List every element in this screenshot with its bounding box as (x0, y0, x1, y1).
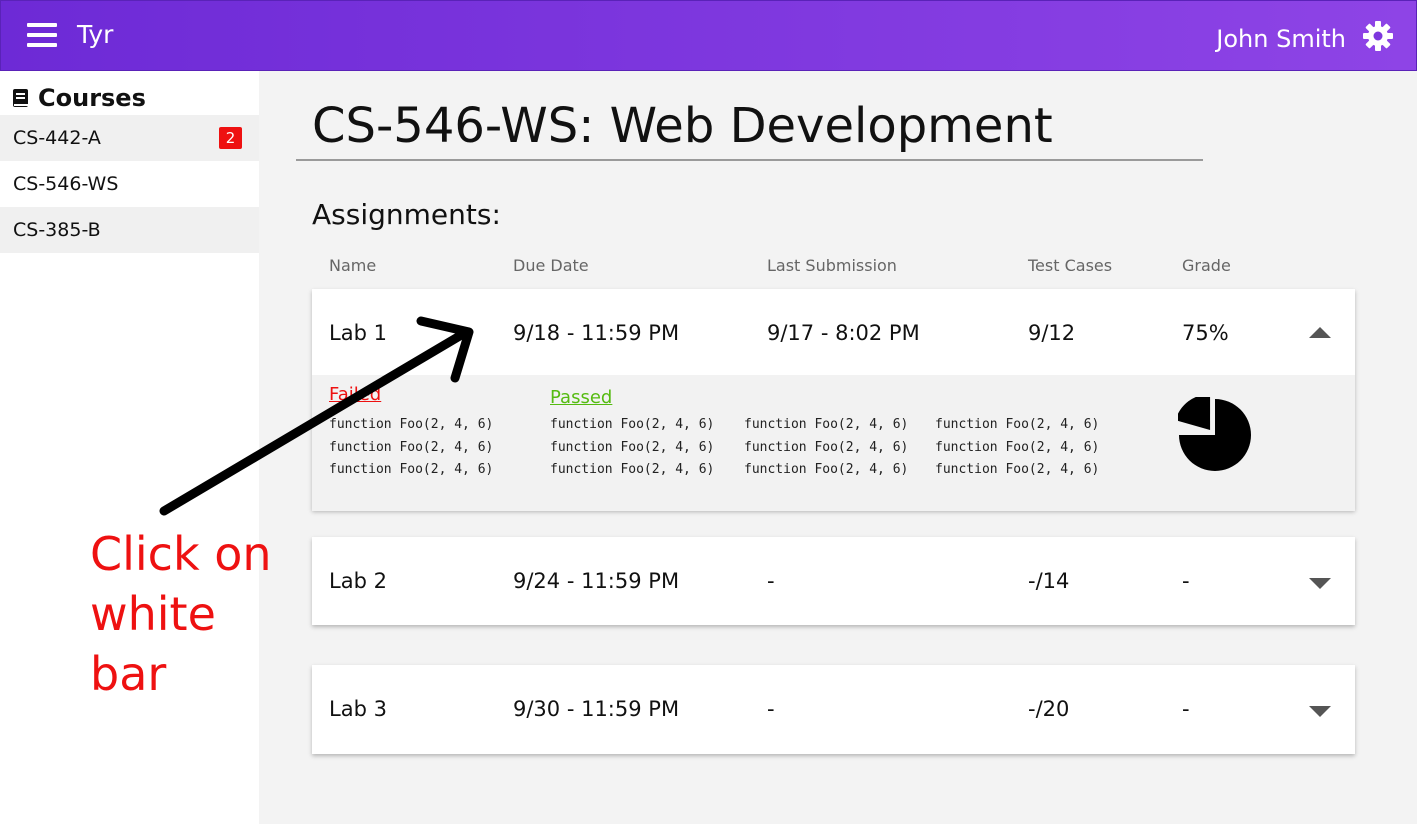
passed-test-item: function Foo(2, 4, 6) (550, 462, 715, 477)
failed-test-item: function Foo(2, 4, 6) (329, 462, 494, 477)
sidebar: Courses CS-442-A 2 CS-546-WS CS-385-B (0, 71, 259, 824)
passed-test-item: function Foo(2, 4, 6) (935, 440, 1100, 455)
passed-test-item: function Foo(2, 4, 6) (744, 417, 909, 432)
assignment-test-cases: -/20 (1028, 697, 1070, 721)
expand-chevron-down-icon[interactable] (1309, 706, 1331, 717)
assignment-grade: - (1182, 697, 1190, 721)
assignment-grade: 75% (1182, 321, 1229, 345)
title-divider (296, 159, 1203, 161)
assignment-last-submission: - (767, 569, 775, 593)
passed-test-item: function Foo(2, 4, 6) (744, 440, 909, 455)
sidebar-item-label: CS-546-WS (13, 173, 119, 195)
assignment-card-lab-2: Lab 2 9/24 - 11:59 PM - -/14 - (312, 537, 1355, 625)
passed-test-item: function Foo(2, 4, 6) (550, 417, 715, 432)
assignment-card-lab-1: Lab 1 9/18 - 11:59 PM 9/17 - 8:02 PM 9/1… (312, 289, 1355, 511)
assignment-grade: - (1182, 569, 1190, 593)
sidebar-item-label: CS-442-A (13, 127, 101, 149)
courses-heading: Courses (12, 83, 146, 113)
collapse-chevron-up-icon[interactable] (1309, 327, 1331, 338)
column-header-test-cases: Test Cases (1028, 256, 1113, 275)
annotation-text: Click on white bar (90, 524, 280, 704)
failed-test-item: function Foo(2, 4, 6) (329, 440, 494, 455)
assignment-due-date: 9/24 - 11:59 PM (513, 569, 680, 593)
assignment-row-lab-3[interactable]: Lab 3 9/30 - 11:59 PM - -/20 - (312, 665, 1355, 753)
notification-badge: 2 (219, 127, 242, 149)
passed-test-item: function Foo(2, 4, 6) (744, 462, 909, 477)
sidebar-item-label: CS-385-B (13, 219, 101, 241)
pie-chart-offset-slice (1178, 397, 1211, 431)
assignment-test-cases: 9/12 (1028, 321, 1076, 345)
assignment-card-lab-3: Lab 3 9/30 - 11:59 PM - -/20 - (312, 665, 1355, 754)
assignments-heading: Assignments: (312, 198, 501, 231)
expand-chevron-down-icon[interactable] (1309, 578, 1331, 589)
assignment-name: Lab 1 (329, 321, 387, 345)
pie-chart-icon (1178, 397, 1251, 471)
assignment-details-lab-1: Failed Passed function Foo(2, 4, 6) func… (312, 375, 1355, 511)
user-name[interactable]: John Smith (1216, 25, 1346, 53)
column-header-name: Name (329, 256, 377, 275)
assignment-row-lab-1[interactable]: Lab 1 9/18 - 11:59 PM 9/17 - 8:02 PM 9/1… (312, 289, 1355, 377)
assignment-last-submission: - (767, 697, 775, 721)
failed-test-item: function Foo(2, 4, 6) (329, 417, 494, 432)
assignment-due-date: 9/30 - 11:59 PM (513, 697, 680, 721)
passed-test-item: function Foo(2, 4, 6) (550, 440, 715, 455)
top-bar: Tyr John Smith (0, 0, 1417, 71)
passed-test-item: function Foo(2, 4, 6) (935, 417, 1100, 432)
sidebar-item-cs-546-ws[interactable]: CS-546-WS (0, 161, 259, 207)
hamburger-icon[interactable] (27, 23, 57, 47)
sidebar-item-cs-385-b[interactable]: CS-385-B (0, 207, 259, 253)
failed-tests-label[interactable]: Failed (329, 384, 381, 405)
app-title[interactable]: Tyr (77, 20, 113, 49)
passed-tests-label[interactable]: Passed (550, 387, 612, 408)
assignment-test-cases: -/14 (1028, 569, 1070, 593)
sidebar-item-cs-442-a[interactable]: CS-442-A 2 (0, 115, 259, 161)
gear-icon[interactable] (1362, 20, 1394, 52)
assignment-due-date: 9/18 - 11:59 PM (513, 321, 680, 345)
column-header-due-date: Due Date (513, 256, 589, 275)
assignment-last-submission: 9/17 - 8:02 PM (767, 321, 920, 345)
annotation-line: Click on (90, 527, 272, 581)
assignment-name: Lab 2 (329, 569, 387, 593)
courses-title: Courses (38, 84, 146, 112)
page-title: CS-546-WS: Web Development (312, 98, 1053, 154)
column-header-last-submission: Last Submission (767, 256, 897, 275)
assignment-row-lab-2[interactable]: Lab 2 9/24 - 11:59 PM - -/14 - (312, 537, 1355, 625)
passed-test-item: function Foo(2, 4, 6) (935, 462, 1100, 477)
annotation-line: white (90, 587, 216, 641)
annotation-line: bar (90, 647, 167, 701)
book-icon (13, 89, 28, 107)
assignment-name: Lab 3 (329, 697, 387, 721)
column-header-grade: Grade (1182, 256, 1231, 275)
